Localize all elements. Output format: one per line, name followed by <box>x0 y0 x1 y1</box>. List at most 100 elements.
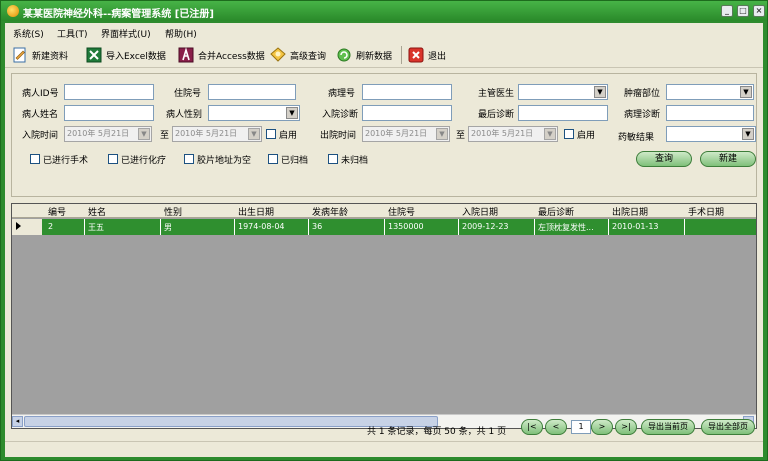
tumor-site-select[interactable]: ▼ <box>666 84 754 100</box>
admit-date-from-value: 2010年 5月21日 <box>67 129 130 138</box>
current-row-icon <box>16 222 21 230</box>
not-archived-checkbox[interactable] <box>328 154 338 164</box>
menu-ui-style[interactable]: 界面样式(U) <box>101 27 151 40</box>
export-current-button[interactable]: 导出当前页 <box>641 419 695 435</box>
cell-name: 王五 <box>88 223 104 232</box>
col-onset-age[interactable]: 发病年龄 <box>312 205 348 218</box>
col-final-diag[interactable]: 最后诊断 <box>538 205 574 218</box>
records-grid: 编号 姓名 性别 出生日期 发病年龄 住院号 入院日期 最后诊断 出院日期 手术… <box>11 203 757 429</box>
maximize-button[interactable]: □ <box>737 5 749 17</box>
archived-label: 已归档 <box>281 156 309 166</box>
close-button[interactable]: × <box>753 5 765 17</box>
admit-diag-input[interactable] <box>362 105 452 121</box>
final-diag-input[interactable] <box>518 105 608 121</box>
col-admit-date[interactable]: 入院日期 <box>462 205 498 218</box>
next-page-button[interactable]: > <box>591 419 613 435</box>
chevron-down-icon[interactable]: ▼ <box>286 107 298 119</box>
cell-divider <box>84 219 85 235</box>
patient-id-input[interactable] <box>64 84 154 100</box>
chevron-down-icon[interactable]: ▼ <box>594 86 606 98</box>
inpatient-no-input[interactable] <box>208 84 296 100</box>
minimize-button[interactable]: _ <box>721 5 733 17</box>
cell-sex: 男 <box>164 223 172 232</box>
prev-page-button[interactable]: < <box>545 419 567 435</box>
refresh-button[interactable]: 刷新数据 <box>335 45 392 65</box>
tumor-site-label: 肿瘤部位 <box>624 89 661 99</box>
path-diag-label: 病理诊断 <box>624 110 661 120</box>
exit-label: 退出 <box>428 51 447 62</box>
cell-birth: 1974-08-04 <box>238 222 285 231</box>
title-bar: 某某医院神经外科--病案管理系统 [已注册] _ □ × <box>1 1 767 21</box>
query-button[interactable]: 查询 <box>636 151 692 167</box>
exit-icon <box>408 47 424 63</box>
film-empty-checkbox[interactable] <box>184 154 194 164</box>
window-title: 某某医院神经外科--病案管理系统 [已注册] <box>23 9 214 20</box>
col-discharge-date[interactable]: 出院日期 <box>612 205 648 218</box>
admit-to-label: 至 <box>160 131 170 141</box>
done-chemo-label: 已进行化疗 <box>121 156 167 166</box>
cell-inpatient-no: 1350000 <box>388 222 424 231</box>
access-icon <box>178 47 194 63</box>
doctor-select[interactable]: ▼ <box>518 84 608 100</box>
toolbar-separator <box>401 46 402 64</box>
admit-date-to[interactable]: 2010年 5月21日 ▼ <box>172 126 262 142</box>
patient-sex-select[interactable]: ▼ <box>208 105 300 121</box>
col-birth[interactable]: 出生日期 <box>238 205 274 218</box>
done-surgery-label: 已进行手术 <box>43 156 89 166</box>
new-button[interactable]: 新建 <box>700 151 756 167</box>
advanced-query-button[interactable]: 高级查询 <box>269 45 326 65</box>
cell-divider <box>534 219 535 235</box>
admit-date-from[interactable]: 2010年 5月21日 ▼ <box>64 126 152 142</box>
drug-result-select[interactable]: ▼ <box>666 126 756 142</box>
chevron-down-icon[interactable]: ▼ <box>436 128 448 140</box>
exit-button[interactable]: 退出 <box>407 45 446 65</box>
not-archived-label: 未归档 <box>341 156 369 166</box>
discharge-enable-checkbox[interactable] <box>564 129 574 139</box>
patient-name-input[interactable] <box>64 105 154 121</box>
chevron-down-icon[interactable]: ▼ <box>740 86 752 98</box>
discharge-date-from[interactable]: 2010年 5月21日 ▼ <box>362 126 450 142</box>
new-record-button[interactable]: 新建资料 <box>11 45 68 65</box>
chevron-down-icon[interactable]: ▼ <box>742 128 754 140</box>
path-diag-input[interactable] <box>666 105 754 121</box>
chevron-down-icon[interactable]: ▼ <box>248 128 260 140</box>
pathology-no-label: 病理号 <box>328 89 356 99</box>
pathology-no-input[interactable] <box>362 84 452 100</box>
col-surgery-date[interactable]: 手术日期 <box>688 205 724 218</box>
export-all-button[interactable]: 导出全部页 <box>701 419 755 435</box>
done-chemo-checkbox[interactable] <box>108 154 118 164</box>
last-page-button[interactable]: >| <box>615 419 637 435</box>
page-number-input[interactable]: 1 <box>571 420 591 434</box>
table-row[interactable]: 2 王五 男 1974-08-04 36 1350000 2009-12-23 … <box>12 219 756 235</box>
menu-tools[interactable]: 工具(T) <box>57 27 88 40</box>
admit-enable-checkbox[interactable] <box>266 129 276 139</box>
status-bar <box>5 441 763 457</box>
client-area: 系统(S) 工具(T) 界面样式(U) 帮助(H) 新建资料 导入Excel数据… <box>5 23 763 457</box>
film-empty-label: 胶片地址为空 <box>197 156 252 166</box>
discharge-date-from-value: 2010年 5月21日 <box>365 129 428 138</box>
cell-divider <box>308 219 309 235</box>
chevron-down-icon[interactable]: ▼ <box>138 128 150 140</box>
merge-access-label: 合并Access数据 <box>198 51 265 62</box>
admit-time-label: 入院时间 <box>22 131 59 141</box>
row-selector[interactable] <box>12 219 42 235</box>
menu-help[interactable]: 帮助(H) <box>165 27 197 40</box>
first-page-button[interactable]: |< <box>521 419 543 435</box>
archived-checkbox[interactable] <box>268 154 278 164</box>
menu-system[interactable]: 系统(S) <box>13 27 44 40</box>
done-surgery-checkbox[interactable] <box>30 154 40 164</box>
col-sex[interactable]: 性别 <box>164 205 182 218</box>
import-excel-button[interactable]: 导入Excel数据 <box>85 45 166 65</box>
merge-access-button[interactable]: 合并Access数据 <box>177 45 265 65</box>
cell-id: 2 <box>48 222 54 231</box>
discharge-enable-label: 启用 <box>577 131 596 141</box>
chevron-down-icon[interactable]: ▼ <box>544 128 556 140</box>
admit-diag-label: 入院诊断 <box>322 110 359 120</box>
col-id[interactable]: 编号 <box>48 205 66 218</box>
cell-discharge-date: 2010-01-13 <box>612 222 659 231</box>
discharge-date-to[interactable]: 2010年 5月21日 ▼ <box>468 126 558 142</box>
scroll-left-button[interactable]: ◂ <box>12 416 23 427</box>
col-inpatient-no[interactable]: 住院号 <box>388 205 415 218</box>
cell-divider <box>458 219 459 235</box>
col-name[interactable]: 姓名 <box>88 205 106 218</box>
